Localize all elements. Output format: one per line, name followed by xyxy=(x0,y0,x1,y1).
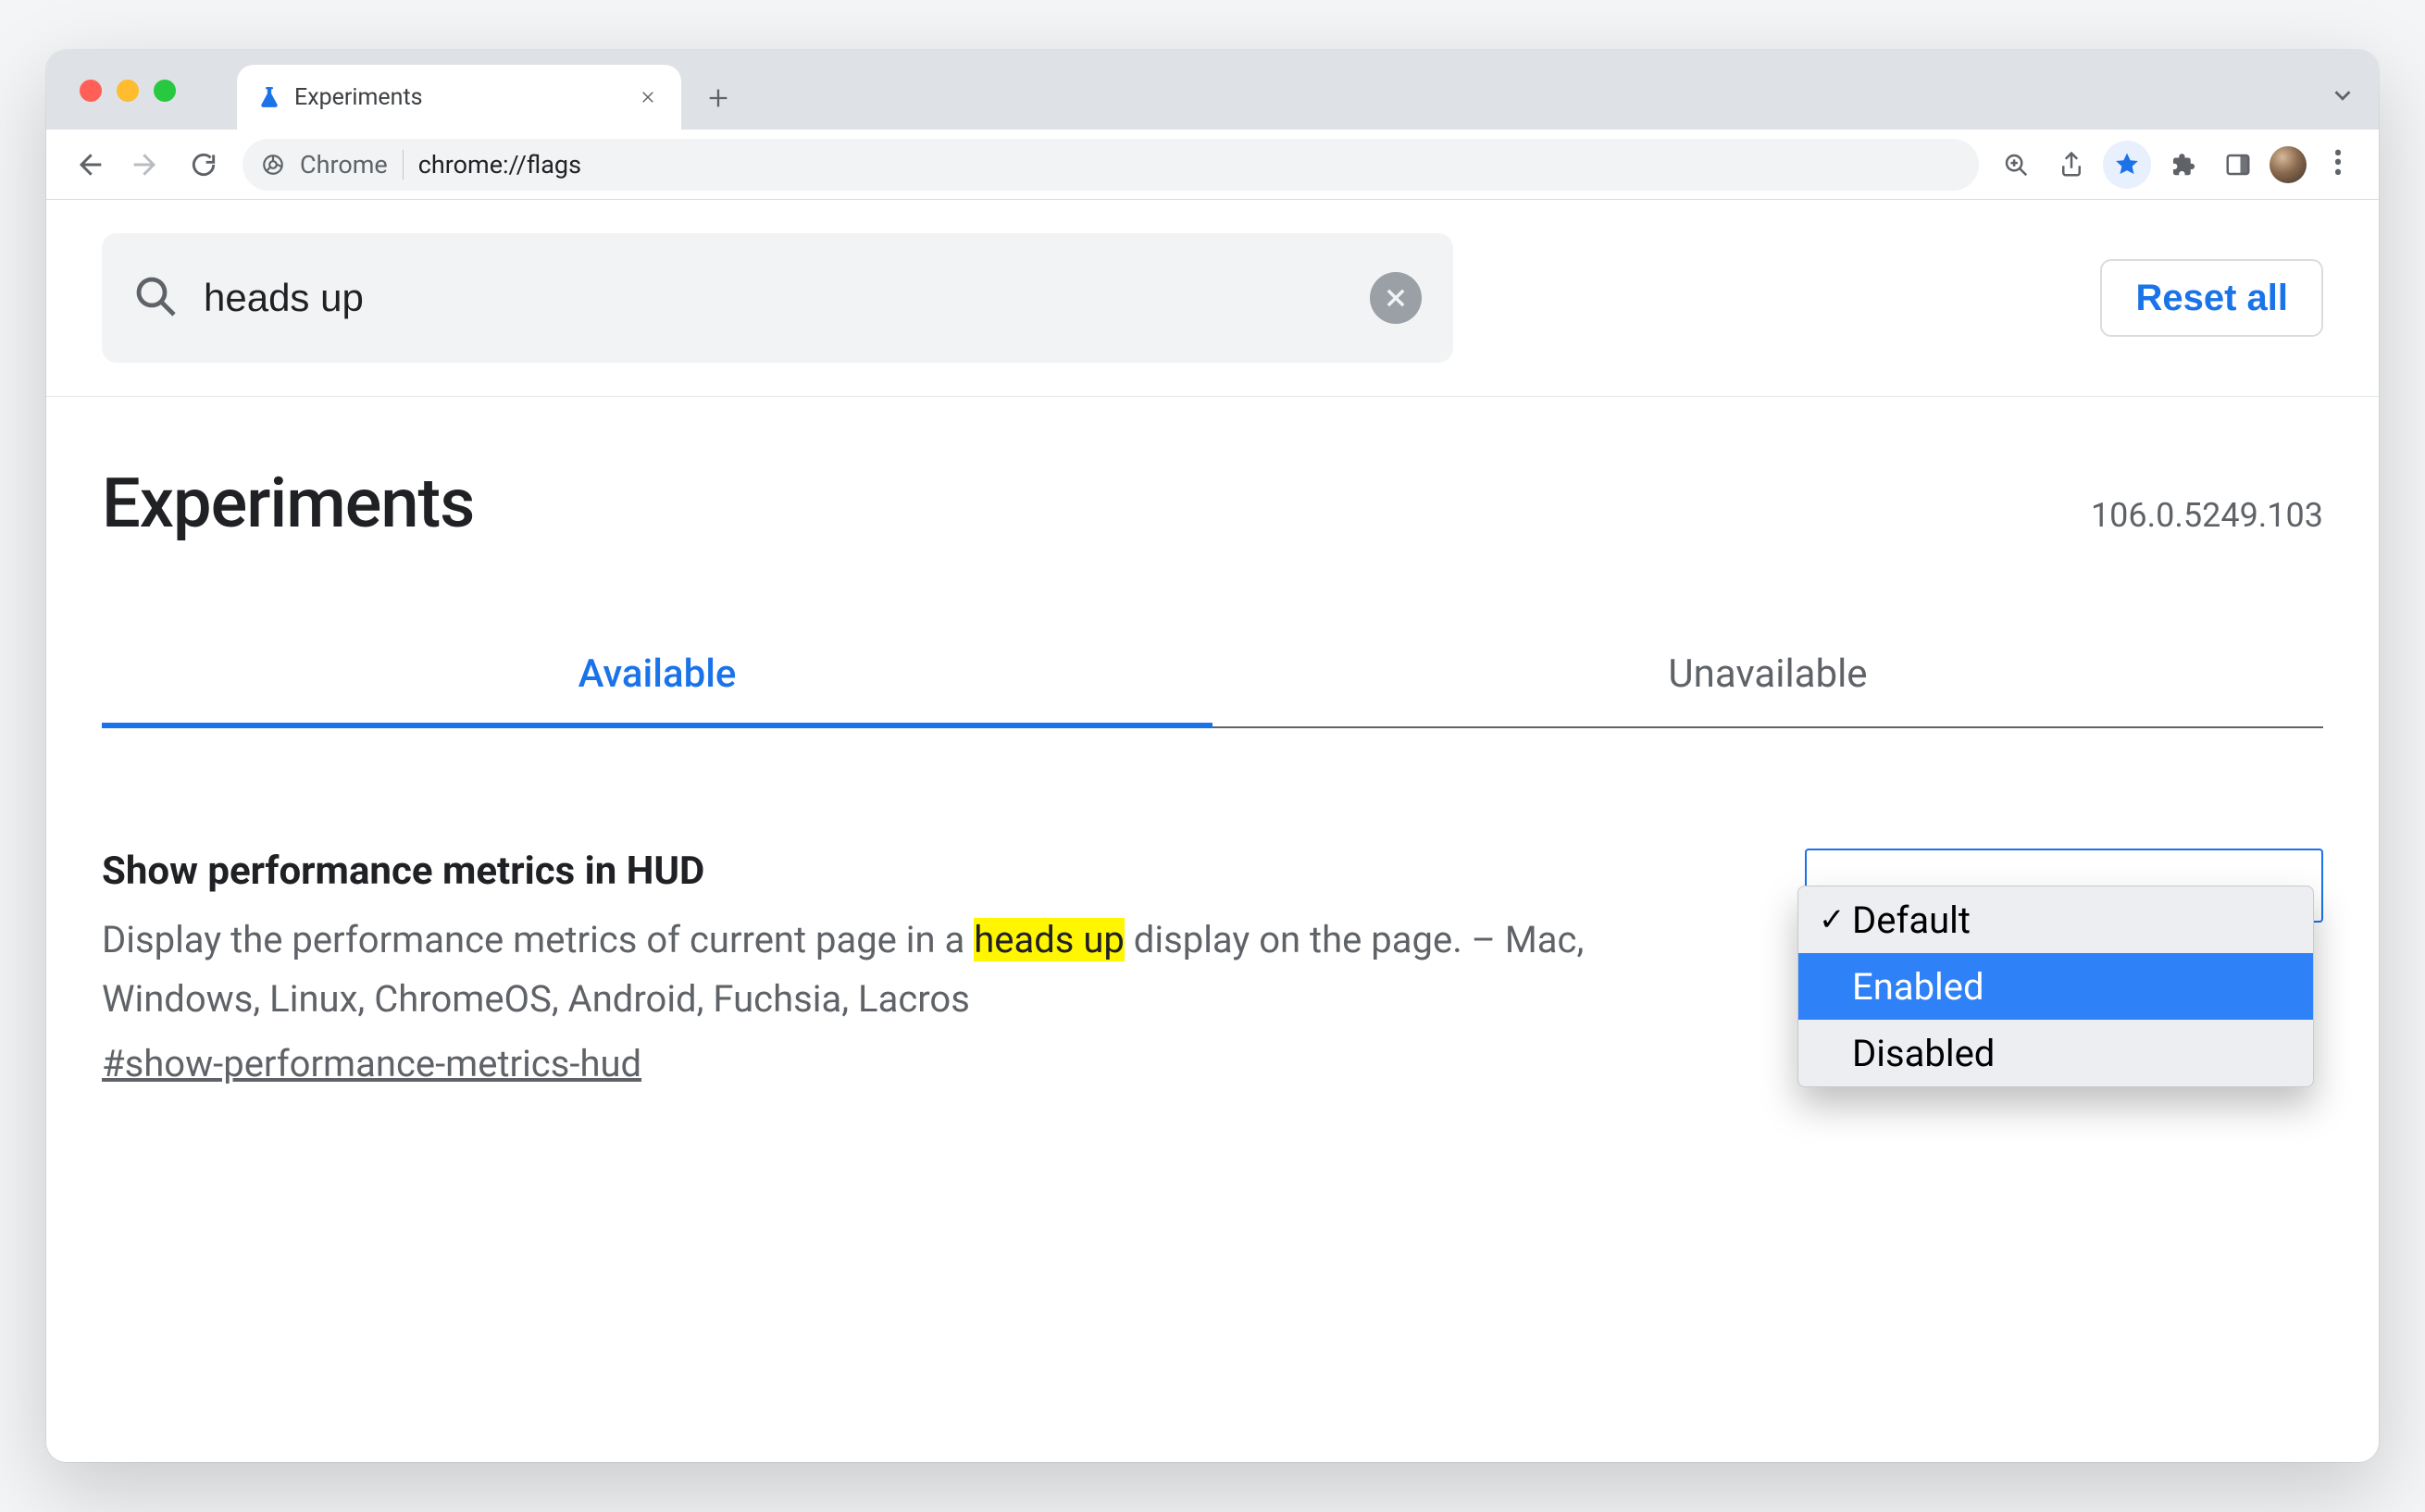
search-input[interactable] xyxy=(204,276,1344,320)
flag-select-dropdown: ✓ Default Enabled Disabled xyxy=(1797,886,2314,1087)
maximize-window-button[interactable] xyxy=(154,80,176,102)
flag-title: Show performance metrics in HUD xyxy=(102,849,1657,894)
flags-body: Experiments 106.0.5249.103 Available Una… xyxy=(46,397,2379,1085)
zoom-icon[interactable] xyxy=(1992,141,2040,189)
reload-button[interactable] xyxy=(178,139,230,191)
flag-desc-highlight: heads up xyxy=(974,918,1125,961)
window-controls xyxy=(80,80,176,102)
option-label: Enabled xyxy=(1819,965,1984,1009)
address-bar[interactable]: Chrome chrome://flags xyxy=(242,139,1979,191)
omnibox-separator xyxy=(403,150,404,180)
bookmark-star-icon[interactable] xyxy=(2103,141,2151,189)
page-title: Experiments xyxy=(102,464,474,544)
flask-icon xyxy=(257,85,281,109)
option-label: Disabled xyxy=(1819,1032,1995,1075)
flag-text: Show performance metrics in HUD Display … xyxy=(102,849,1657,1085)
check-icon: ✓ xyxy=(1819,901,1843,938)
title-row: Experiments 106.0.5249.103 xyxy=(102,397,2323,592)
flag-item: Show performance metrics in HUD Display … xyxy=(102,728,2323,1085)
flags-header-row: Reset all xyxy=(46,200,2379,397)
nav-toolbar: Chrome chrome://flags ••• xyxy=(46,130,2379,200)
new-tab-button[interactable] xyxy=(692,72,744,124)
option-label: Default xyxy=(1852,899,1971,942)
option-default[interactable]: ✓ Default xyxy=(1798,886,2313,953)
flag-hash-link[interactable]: #show-performance-metrics-hud xyxy=(102,1042,1657,1085)
tab-unavailable[interactable]: Unavailable xyxy=(1212,651,2323,728)
flag-select-wrapper: ✓ Default Enabled Disabled xyxy=(1805,849,2323,1085)
tab-strip: Experiments xyxy=(46,50,2379,130)
reset-all-button[interactable]: Reset all xyxy=(2100,259,2323,337)
tab-search-button[interactable] xyxy=(2329,81,2357,113)
omnibox-path: chrome://flags xyxy=(418,150,1960,180)
browser-window: Experiments Chrome chrome:/ xyxy=(46,50,2379,1462)
chrome-icon xyxy=(261,153,285,177)
option-enabled[interactable]: Enabled xyxy=(1798,953,2313,1020)
side-panel-icon[interactable] xyxy=(2214,141,2262,189)
tabs-row: Available Unavailable xyxy=(102,651,2323,728)
toolbar-actions: ••• xyxy=(1992,141,2362,189)
clear-search-button[interactable] xyxy=(1370,272,1422,324)
option-disabled[interactable]: Disabled xyxy=(1798,1020,2313,1086)
chrome-version: 106.0.5249.103 xyxy=(2091,496,2323,535)
tab-title: Experiments xyxy=(294,84,622,111)
close-tab-button[interactable] xyxy=(635,84,661,110)
share-icon[interactable] xyxy=(2047,141,2095,189)
browser-tab[interactable]: Experiments xyxy=(237,65,681,130)
forward-button[interactable] xyxy=(120,139,172,191)
profile-avatar[interactable] xyxy=(2270,146,2307,183)
tab-available[interactable]: Available xyxy=(102,651,1212,728)
flags-search-box[interactable] xyxy=(102,233,1453,363)
search-icon xyxy=(133,274,178,322)
flag-desc-pre: Display the performance metrics of curre… xyxy=(102,918,974,961)
page-content: Reset all Experiments 106.0.5249.103 Ava… xyxy=(46,200,2379,1462)
minimize-window-button[interactable] xyxy=(117,80,139,102)
chrome-menu-button[interactable]: ••• xyxy=(2314,141,2362,189)
back-button[interactable] xyxy=(63,139,115,191)
extensions-icon[interactable] xyxy=(2158,141,2207,189)
close-window-button[interactable] xyxy=(80,80,102,102)
omnibox-host: Chrome xyxy=(300,150,388,180)
flag-description: Display the performance metrics of curre… xyxy=(102,911,1657,1029)
